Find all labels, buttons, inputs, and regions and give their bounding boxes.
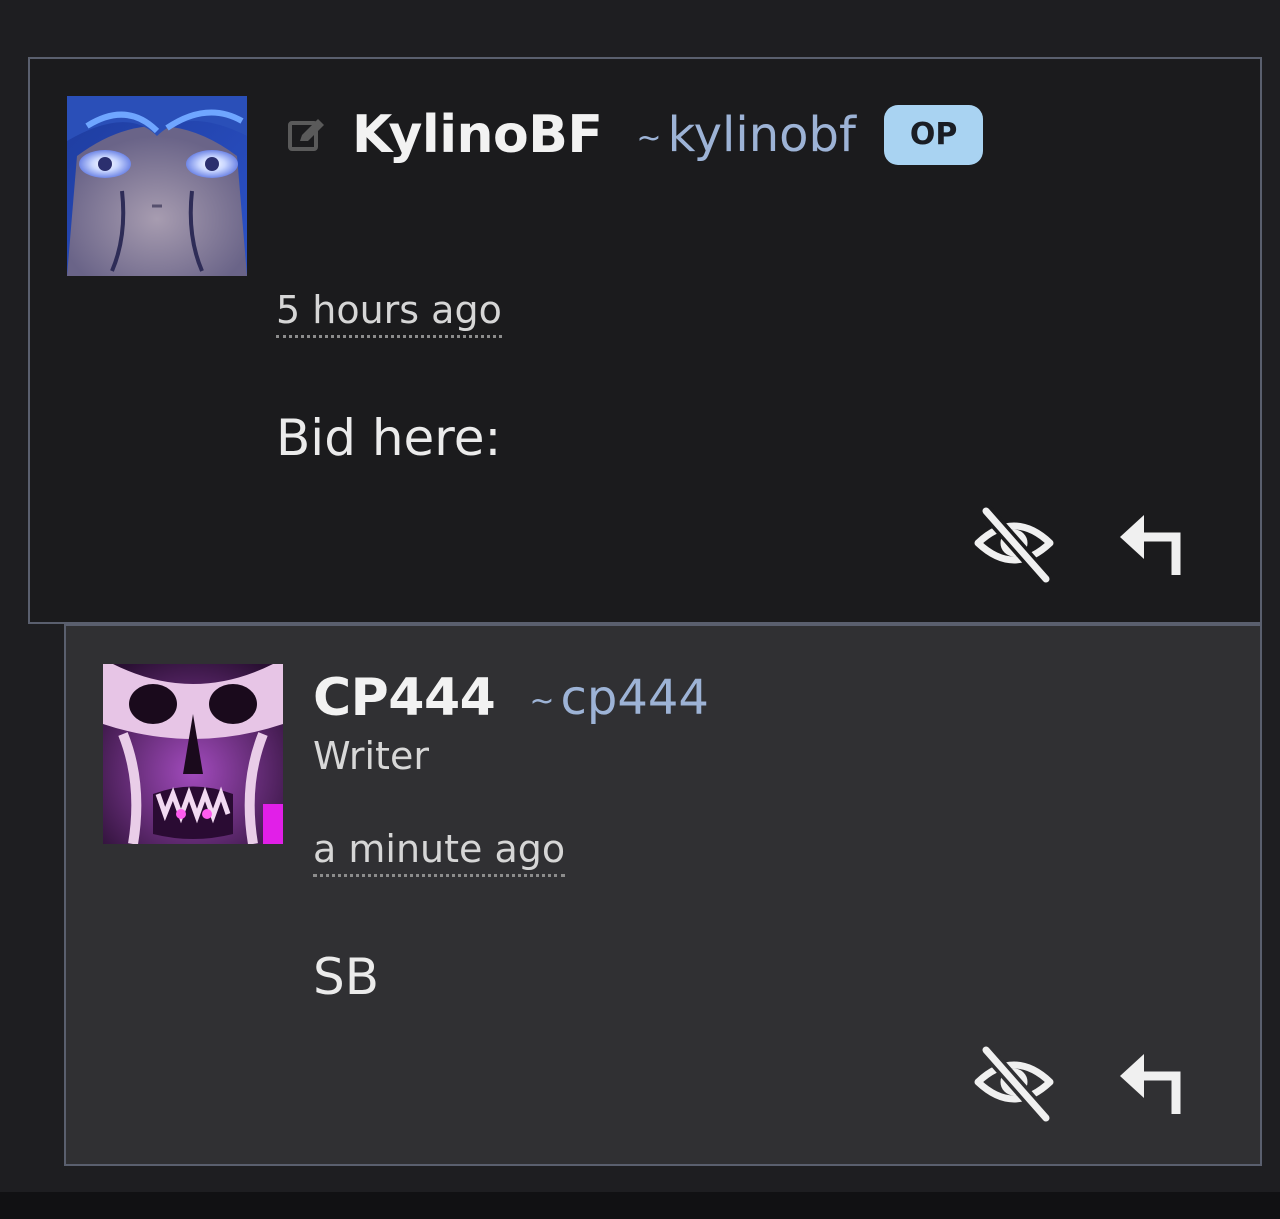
user-title: Writer — [313, 734, 429, 778]
display-name[interactable]: CP444 — [313, 668, 496, 728]
eye-slash-icon — [974, 506, 1054, 584]
display-name[interactable]: KylinoBF — [352, 105, 603, 165]
avatar[interactable] — [103, 664, 283, 844]
comment-thread-page: KylinoBF ~ kylinobf OP 5 hours ago Bid he… — [0, 0, 1280, 1219]
user-handle[interactable]: ~ kylinobf — [636, 107, 855, 163]
reply-arrow-icon — [1120, 1054, 1181, 1114]
avatar-image — [103, 664, 283, 844]
handle-tilde: ~ — [529, 683, 555, 719]
eye-slash-icon — [974, 1045, 1054, 1123]
comment-actions — [972, 1040, 1196, 1124]
reply-comment-card: CP444 ~ cp444 Writer a minute ago SB — [64, 624, 1262, 1166]
comment-card: KylinoBF ~ kylinobf OP 5 hours ago Bid he… — [28, 57, 1262, 624]
reply-arrow-icon — [1120, 515, 1181, 575]
reply-button[interactable] — [1112, 1040, 1196, 1124]
bottom-bar — [0, 1192, 1280, 1219]
hide-comment-button[interactable] — [972, 1040, 1056, 1124]
handle-tilde: ~ — [636, 120, 662, 156]
hide-comment-button[interactable] — [972, 501, 1056, 585]
timestamp[interactable]: 5 hours ago — [276, 287, 502, 338]
reply-button[interactable] — [1112, 501, 1196, 585]
avatar[interactable] — [67, 96, 247, 276]
comment-actions — [972, 501, 1196, 585]
handle-text: cp444 — [560, 670, 709, 726]
timestamp[interactable]: a minute ago — [313, 826, 566, 877]
handle-text: kylinobf — [667, 107, 856, 163]
comment-header: CP444 ~ cp444 — [313, 666, 709, 730]
comment-body: Bid here: — [276, 409, 502, 467]
comment-body: SB — [313, 948, 380, 1006]
user-handle[interactable]: ~ cp444 — [529, 670, 709, 726]
edit-icon[interactable] — [284, 113, 328, 157]
avatar-image — [67, 96, 247, 276]
comment-header: KylinoBF ~ kylinobf OP — [284, 103, 984, 167]
op-badge: OP — [883, 105, 984, 165]
